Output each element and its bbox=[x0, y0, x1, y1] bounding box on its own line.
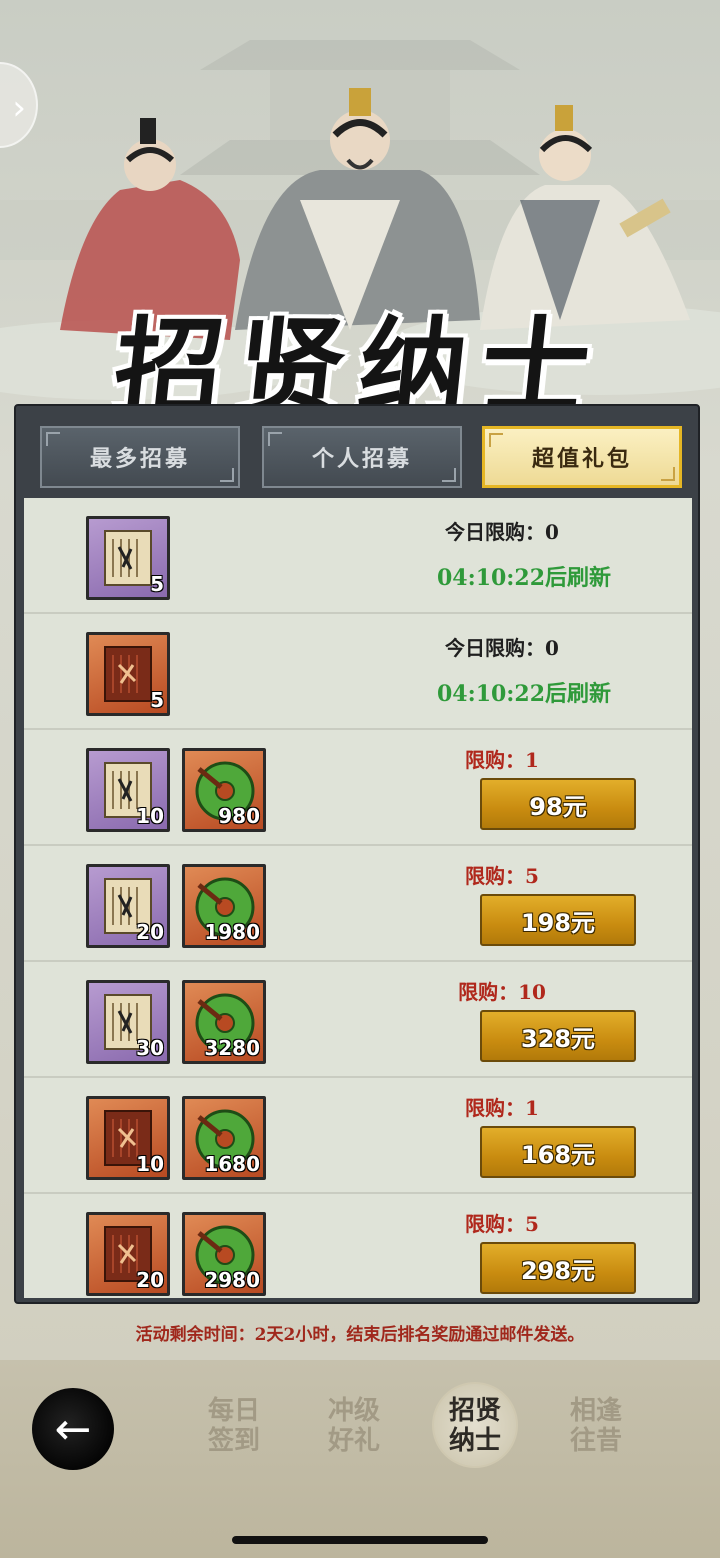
item-quantity: 3280 bbox=[204, 1036, 260, 1060]
recruit-scroll-item[interactable]: 10 bbox=[86, 1096, 170, 1180]
nav-level-gifts[interactable]: 冲级 好礼 bbox=[314, 1396, 394, 1456]
nav-label: 纳士 bbox=[448, 1426, 501, 1456]
buy-button[interactable]: 328元 bbox=[480, 1010, 636, 1062]
nav-label: 招贤 bbox=[448, 1396, 501, 1426]
item-quantity: 20 bbox=[136, 1268, 164, 1292]
nav-label: 每日 bbox=[207, 1396, 260, 1426]
nav-daily-checkin[interactable]: 每日 签到 bbox=[194, 1396, 274, 1456]
buy-button[interactable]: 198元 bbox=[480, 894, 636, 946]
item-quantity: 1680 bbox=[204, 1152, 260, 1176]
list-item: 30 3280 限购：10 328元 bbox=[24, 962, 692, 1078]
nav-label: 往昔 bbox=[569, 1426, 622, 1456]
recruit-scroll-item[interactable]: 10 bbox=[86, 748, 170, 832]
recruit-scroll-item[interactable]: 20 bbox=[86, 864, 170, 948]
gift-pack-panel: 最多招募 个人招募 超值礼包 5 今日限购：0 04:10:22后刷新 5 今日… bbox=[14, 404, 700, 1304]
tab-value-pack[interactable]: 超值礼包 bbox=[482, 426, 682, 488]
back-arrow-icon: ← bbox=[54, 1403, 92, 1455]
list-item: 5 今日限购：0 04:10:22后刷新 bbox=[24, 614, 692, 730]
tab-most-recruit[interactable]: 最多招募 bbox=[40, 426, 240, 488]
nav-label: 好礼 bbox=[327, 1426, 380, 1456]
chevron-right-icon: › bbox=[12, 88, 26, 128]
header-artwork: › 招贤纳士 bbox=[0, 0, 720, 420]
event-title: 招贤纳士 bbox=[108, 306, 610, 420]
refresh-timer: 04:10:22后刷新 bbox=[436, 681, 612, 707]
purchase-limit-label: 限购：1 bbox=[465, 1096, 539, 1120]
jade-item[interactable]: 3280 bbox=[182, 980, 266, 1064]
list-item: 10 1680 限购：1 168元 bbox=[24, 1078, 692, 1194]
recruit-scroll-item[interactable]: 30 bbox=[86, 980, 170, 1064]
jade-item[interactable]: 2980 bbox=[182, 1212, 266, 1296]
recruit-scroll-item[interactable]: 20 bbox=[86, 1212, 170, 1296]
purchase-limit-label: 限购：5 bbox=[465, 864, 539, 888]
nav-reunion[interactable]: 相逢 往昔 bbox=[556, 1396, 636, 1456]
nav-recruit-talent[interactable]: 招贤 纳士 bbox=[435, 1396, 515, 1456]
item-quantity: 2980 bbox=[204, 1268, 260, 1292]
jade-item[interactable]: 980 bbox=[182, 748, 266, 832]
purchase-limit-label: 限购：1 bbox=[465, 748, 539, 772]
recruit-scroll-item[interactable]: 5 bbox=[86, 516, 170, 600]
jade-item[interactable]: 1680 bbox=[182, 1096, 266, 1180]
daily-limit-label: 今日限购：0 bbox=[445, 636, 559, 660]
event-remaining-time-note: 活动剩余时间：2天2小时，结束后排名奖励通过邮件发送。 bbox=[135, 1325, 585, 1345]
recruit-scroll-item[interactable]: 5 bbox=[86, 632, 170, 716]
nav-label: 相逢 bbox=[569, 1396, 622, 1426]
tab-bar: 最多招募 个人招募 超值礼包 bbox=[16, 406, 702, 498]
item-quantity: 10 bbox=[136, 1152, 164, 1176]
buy-button[interactable]: 168元 bbox=[480, 1126, 636, 1178]
back-button[interactable]: ← bbox=[32, 1388, 114, 1470]
tab-personal-recruit[interactable]: 个人招募 bbox=[262, 426, 462, 488]
nav-label: 冲级 bbox=[327, 1396, 380, 1426]
jade-item[interactable]: 1980 bbox=[182, 864, 266, 948]
buy-button[interactable]: 298元 bbox=[480, 1242, 636, 1294]
item-quantity: 5 bbox=[150, 572, 164, 596]
home-indicator bbox=[232, 1536, 488, 1544]
item-quantity: 1980 bbox=[204, 920, 260, 944]
bottom-nav: ← 每日 签到 冲级 好礼 招贤 纳士 相逢 往昔 bbox=[0, 1360, 720, 1558]
list-item: 20 2980 限购：5 298元 bbox=[24, 1194, 692, 1298]
item-quantity: 30 bbox=[136, 1036, 164, 1060]
nav-label: 签到 bbox=[207, 1426, 260, 1456]
list-item: 5 今日限购：0 04:10:22后刷新 bbox=[24, 498, 692, 614]
item-quantity: 5 bbox=[150, 688, 164, 712]
item-quantity: 980 bbox=[218, 804, 260, 828]
daily-limit-label: 今日限购：0 bbox=[445, 520, 559, 544]
buy-button[interactable]: 98元 bbox=[480, 778, 636, 830]
item-quantity: 20 bbox=[136, 920, 164, 944]
pack-list: 5 今日限购：0 04:10:22后刷新 5 今日限购：0 04:10:22后刷… bbox=[24, 498, 692, 1298]
purchase-limit-label: 限购：10 bbox=[458, 980, 546, 1004]
purchase-limit-label: 限购：5 bbox=[465, 1212, 539, 1236]
item-quantity: 10 bbox=[136, 804, 164, 828]
list-item: 10 980 限购：1 98元 bbox=[24, 730, 692, 846]
list-item: 20 1980 限购：5 198元 bbox=[24, 846, 692, 962]
refresh-timer: 04:10:22后刷新 bbox=[436, 565, 612, 591]
